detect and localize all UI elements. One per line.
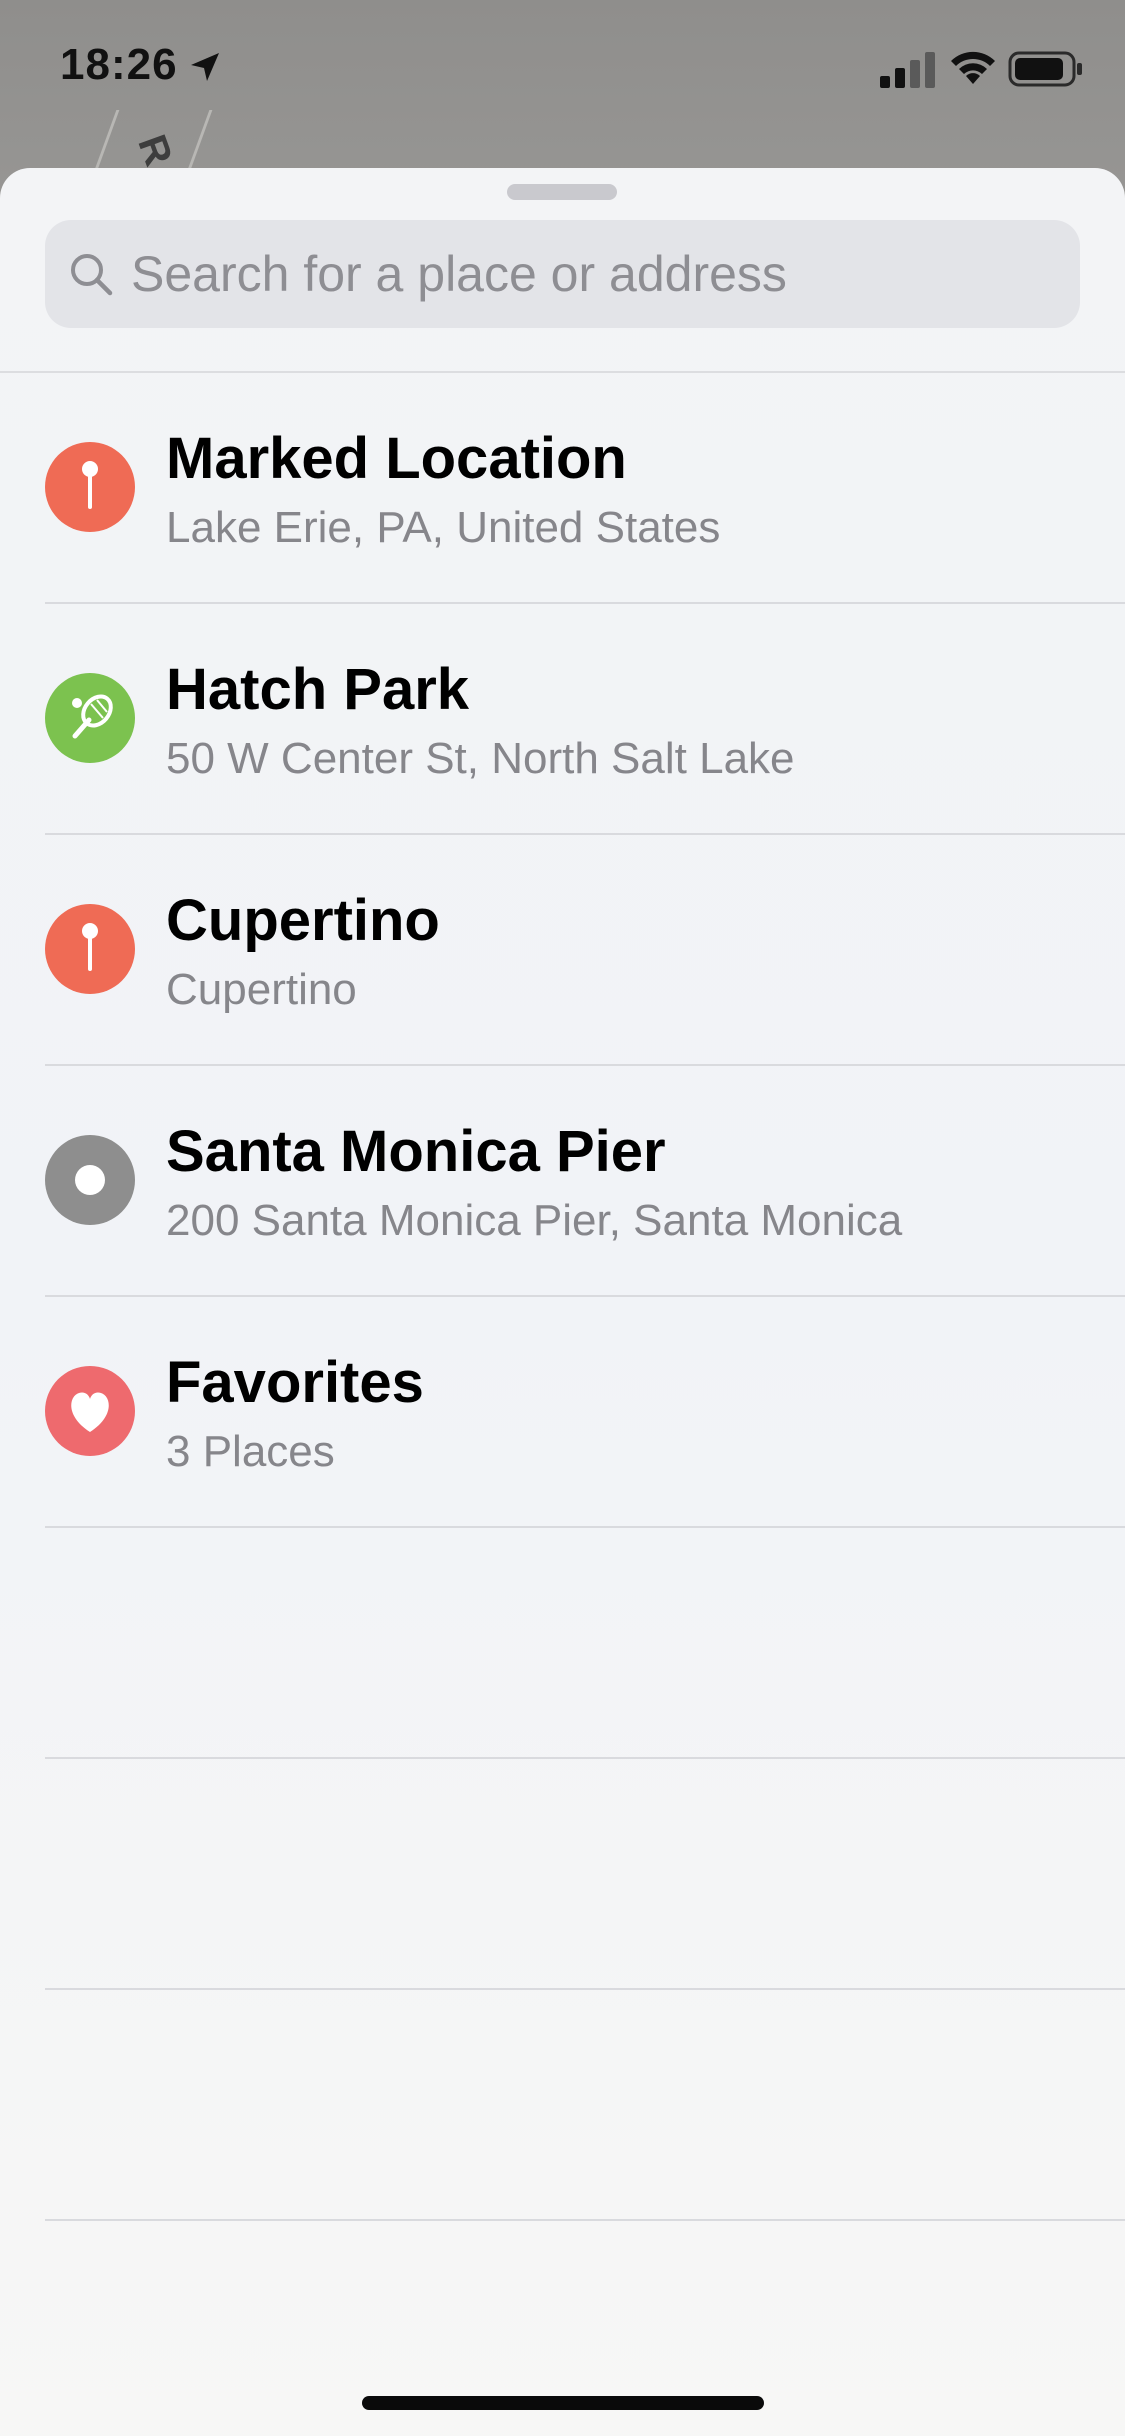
sheet-grabber[interactable] (507, 184, 617, 200)
place-row-cupertino[interactable]: Cupertino Cupertino (0, 835, 1125, 1066)
place-icon-circle (45, 442, 135, 532)
wifi-icon (951, 51, 995, 84)
place-icon-circle (45, 1135, 135, 1225)
home-indicator[interactable] (362, 2396, 764, 2410)
search-input[interactable] (131, 220, 1061, 328)
search-bar[interactable] (45, 220, 1080, 328)
place-subtitle: Lake Erie, PA, United States (166, 503, 721, 552)
place-icon-circle (45, 673, 135, 763)
empty-row (0, 1759, 1125, 1990)
place-title: Favorites (166, 1350, 424, 1415)
pin-icon (82, 461, 98, 509)
place-title: Santa Monica Pier (166, 1119, 666, 1184)
places-sheet: Marked Location Lake Erie, PA, United St… (0, 168, 1125, 2436)
status-time: 18:26 (60, 40, 178, 89)
battery-icon (1008, 51, 1082, 87)
divider (45, 2219, 1125, 2221)
dot-icon (75, 1165, 105, 1195)
status-bar: 18:26 (0, 0, 1125, 132)
search-icon (71, 254, 113, 296)
heart-icon (71, 1392, 109, 1432)
place-row-marked-location[interactable]: Marked Location Lake Erie, PA, United St… (0, 373, 1125, 604)
place-title: Cupertino (166, 888, 440, 953)
pin-icon (82, 923, 98, 971)
place-icon-circle (45, 1366, 135, 1456)
place-icon-circle (45, 904, 135, 994)
place-subtitle: 50 W Center St, North Salt Lake (166, 734, 795, 783)
place-row-hatch-park[interactable]: Hatch Park 50 W Center St, North Salt La… (0, 604, 1125, 835)
place-title: Hatch Park (166, 657, 470, 722)
empty-row (0, 1528, 1125, 1759)
place-title: Marked Location (166, 426, 627, 491)
place-subtitle: Cupertino (166, 965, 357, 1014)
place-row-santa-monica-pier[interactable]: Santa Monica Pier 200 Santa Monica Pier,… (0, 1066, 1125, 1297)
tennis-icon (72, 694, 113, 739)
place-subtitle: 3 Places (166, 1427, 335, 1476)
cellular-signal-icon (880, 52, 935, 88)
empty-row (0, 1990, 1125, 2221)
location-arrow-icon (191, 53, 219, 81)
places-list: Marked Location Lake Erie, PA, United St… (0, 373, 1125, 2221)
place-row-favorites[interactable]: Favorites 3 Places (0, 1297, 1125, 1528)
place-subtitle: 200 Santa Monica Pier, Santa Monica (166, 1196, 903, 1245)
